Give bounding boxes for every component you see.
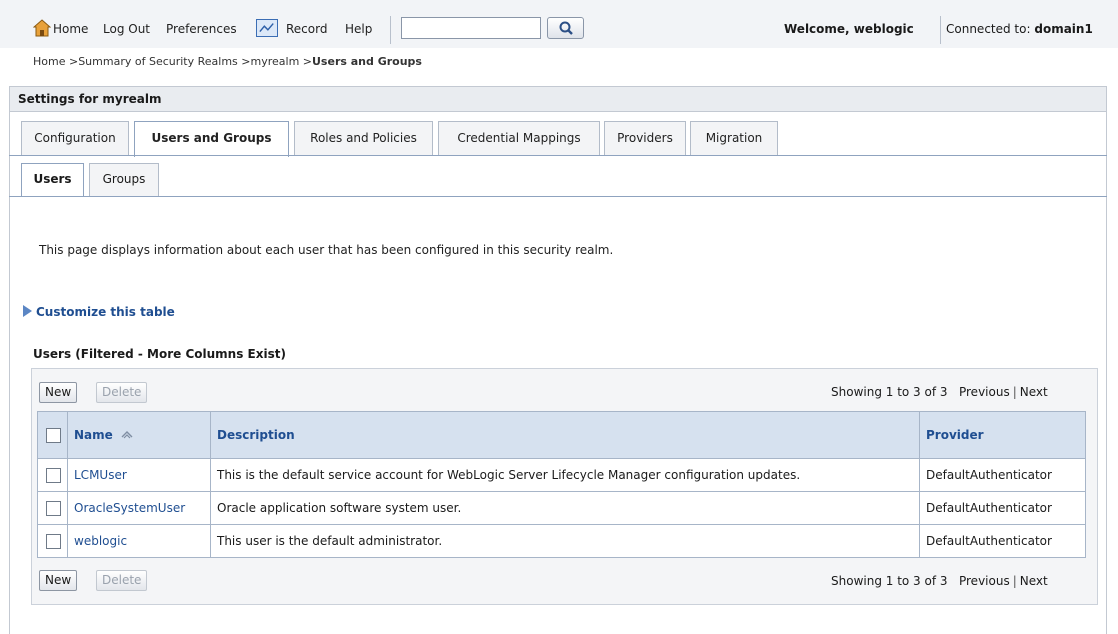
record-icon[interactable]: [256, 19, 278, 37]
pagination-bottom: Showing 1 to 3 of 3 Previous | Next: [831, 574, 1048, 588]
connected-domain: domain1: [1034, 22, 1093, 36]
row-select-cell: [37, 524, 68, 558]
showing-count: Showing 1 to 3 of 3: [831, 574, 948, 588]
table-row: LCMUser This is the default service acco…: [37, 458, 1086, 492]
customize-label: Customize this table: [36, 305, 175, 319]
breadcrumb-myrealm[interactable]: myrealm >: [251, 55, 313, 68]
help-link[interactable]: Help: [345, 22, 372, 36]
search-input[interactable]: [401, 17, 541, 39]
connected-label: Connected to:: [946, 22, 1031, 36]
users-table: Name Description Provider LCMUser This i…: [37, 411, 1086, 558]
new-button-bottom[interactable]: New: [39, 570, 78, 591]
user-name-cell: weblogic: [67, 524, 211, 558]
row-checkbox[interactable]: [46, 533, 61, 549]
row-checkbox[interactable]: [46, 500, 61, 516]
new-button[interactable]: New: [39, 382, 78, 403]
breadcrumb-home[interactable]: Home >: [33, 55, 78, 68]
connected-text: Connected to: domain1: [946, 22, 1093, 36]
user-name-link[interactable]: OracleSystemUser: [74, 501, 185, 515]
home-icon[interactable]: [33, 19, 51, 37]
subtab-divider: [9, 196, 1107, 197]
table-row: weblogic This user is the default admini…: [37, 524, 1086, 558]
toolbar-divider: [390, 16, 391, 44]
table-title: Users (Filtered - More Columns Exist): [33, 347, 286, 361]
expand-arrow-icon: [23, 305, 32, 317]
column-header-name[interactable]: Name: [67, 411, 211, 459]
breadcrumb-current: Users and Groups: [312, 55, 422, 68]
user-description: This is the default service account for …: [210, 458, 920, 492]
breadcrumb-security-realms[interactable]: Summary of Security Realms >: [78, 55, 250, 68]
previous-link[interactable]: Previous: [959, 385, 1010, 399]
tab-configuration[interactable]: Configuration: [21, 121, 129, 155]
tab-credential-mappings[interactable]: Credential Mappings: [438, 121, 600, 155]
user-name-link[interactable]: weblogic: [74, 534, 127, 548]
page-description: This page displays information about eac…: [39, 243, 614, 257]
user-name-link[interactable]: LCMUser: [74, 468, 127, 482]
welcome-text: Welcome, weblogic: [784, 22, 914, 36]
tab-users-and-groups[interactable]: Users and Groups: [134, 121, 289, 157]
select-all-checkbox[interactable]: [46, 427, 61, 443]
row-select-cell: [37, 491, 68, 525]
next-link[interactable]: Next: [1020, 574, 1048, 588]
delete-button: Delete: [96, 382, 148, 403]
user-description: Oracle application software system user.: [210, 491, 920, 525]
user-name-cell: LCMUser: [67, 458, 211, 492]
customize-table-link[interactable]: Customize this table: [23, 305, 175, 319]
page-title: Settings for myrealm: [9, 86, 1107, 112]
previous-link[interactable]: Previous: [959, 574, 1010, 588]
column-name-label: Name: [74, 428, 113, 442]
column-header-description[interactable]: Description: [210, 411, 920, 459]
user-provider: DefaultAuthenticator: [919, 491, 1086, 525]
home-link[interactable]: Home: [53, 22, 88, 36]
preferences-link[interactable]: Preferences: [166, 22, 237, 36]
user-description: This user is the default administrator.: [210, 524, 920, 558]
subtab-users[interactable]: Users: [21, 163, 84, 196]
showing-count: Showing 1 to 3 of 3: [831, 385, 948, 399]
table-row: OracleSystemUser Oracle application soft…: [37, 491, 1086, 525]
record-link[interactable]: Record: [286, 22, 327, 36]
logout-link[interactable]: Log Out: [103, 22, 150, 36]
tab-roles-and-policies[interactable]: Roles and Policies: [294, 121, 433, 155]
table-header-row: Name Description Provider: [37, 411, 1086, 459]
next-link[interactable]: Next: [1020, 385, 1048, 399]
user-provider: DefaultAuthenticator: [919, 524, 1086, 558]
row-select-cell: [37, 458, 68, 492]
subtab-groups[interactable]: Groups: [89, 163, 159, 196]
column-header-provider[interactable]: Provider: [919, 411, 1086, 459]
delete-button-bottom: Delete: [96, 570, 148, 591]
tab-migration[interactable]: Migration: [690, 121, 778, 155]
user-provider: DefaultAuthenticator: [919, 458, 1086, 492]
select-all-cell: [37, 411, 68, 459]
pagination-top: Showing 1 to 3 of 3 Previous | Next: [831, 385, 1048, 399]
search-button[interactable]: [547, 17, 584, 39]
tab-providers[interactable]: Providers: [604, 121, 686, 155]
search-icon: [559, 21, 573, 35]
tab-divider: [9, 155, 1107, 156]
top-toolbar: Home Log Out Preferences Record Help Wel…: [0, 0, 1118, 48]
toolbar-divider: [940, 16, 941, 44]
row-checkbox[interactable]: [46, 467, 61, 483]
breadcrumb: Home >Summary of Security Realms >myreal…: [33, 55, 422, 68]
sort-ascending-icon: [121, 431, 133, 439]
user-name-cell: OracleSystemUser: [67, 491, 211, 525]
